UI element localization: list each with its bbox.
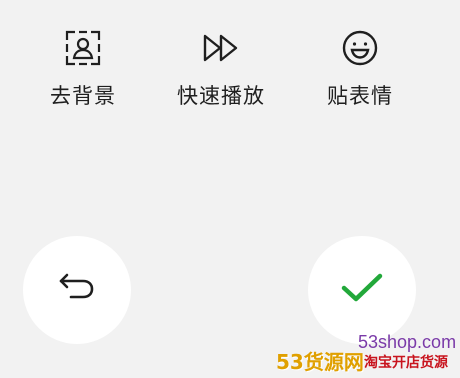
- watermark-brand: 53货源网: [276, 350, 364, 374]
- undo-icon: [57, 272, 97, 308]
- fast-forward-icon: [201, 28, 241, 68]
- portrait-frame-icon: [63, 28, 103, 68]
- smiley-icon: [340, 28, 380, 68]
- checkmark-icon: [340, 271, 384, 309]
- confirm-button[interactable]: [308, 236, 416, 344]
- sticker-emoji-button[interactable]: 贴表情: [300, 28, 420, 110]
- fast-play-button[interactable]: 快速播放: [161, 28, 281, 110]
- sticker-emoji-label: 贴表情: [327, 84, 393, 108]
- remove-background-label: 去背景: [50, 84, 116, 108]
- undo-button[interactable]: [23, 236, 131, 344]
- fast-play-label: 快速播放: [177, 84, 265, 108]
- watermark-url: 53shop.com: [358, 332, 457, 352]
- watermark-subtitle: 淘宝开店货源: [364, 355, 448, 371]
- remove-background-button[interactable]: 去背景: [23, 28, 143, 110]
